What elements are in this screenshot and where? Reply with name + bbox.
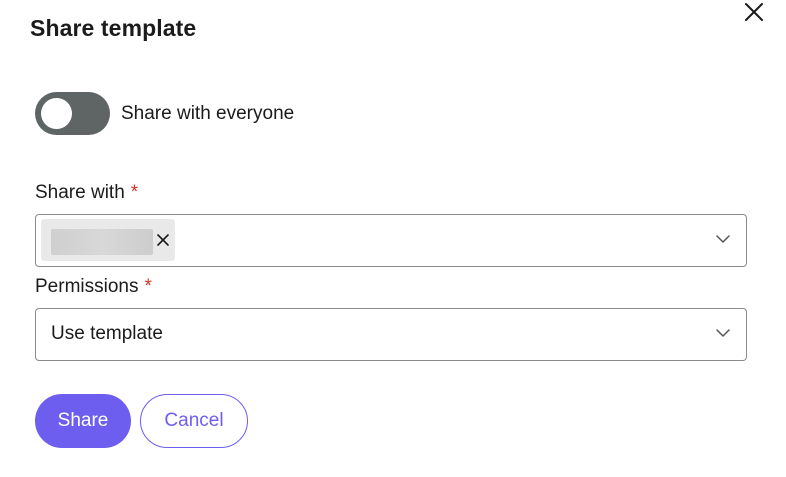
close-icon: [157, 234, 169, 246]
toggle-knob: [41, 98, 72, 129]
close-icon: [745, 3, 763, 21]
permissions-label-text: Permissions: [35, 276, 139, 297]
dialog-title: Share template: [30, 15, 197, 41]
share-with-label-text: Share with: [35, 182, 125, 203]
share-button[interactable]: Share: [35, 394, 131, 448]
share-with-select[interactable]: [35, 214, 747, 267]
share-with-everyone-toggle[interactable]: [35, 92, 110, 135]
share-template-dialog: Share template Share with everyone Share…: [0, 0, 786, 477]
remove-chip-button[interactable]: [155, 232, 171, 248]
share-with-everyone-row: Share with everyone: [35, 92, 294, 135]
selected-user-chip: [41, 219, 175, 261]
required-marker: *: [130, 182, 139, 203]
redacted-user-name: [51, 229, 153, 255]
permissions-label: Permissions *: [35, 276, 152, 298]
chevron-down-icon: [716, 329, 730, 337]
permissions-select[interactable]: Use template: [35, 308, 747, 361]
permissions-value: Use template: [51, 323, 163, 344]
close-button[interactable]: [740, 0, 768, 24]
share-with-everyone-label: Share with everyone: [121, 102, 295, 124]
required-marker: *: [144, 276, 152, 297]
chevron-down-icon: [716, 235, 730, 243]
cancel-button[interactable]: Cancel: [140, 394, 248, 448]
share-with-label: Share with *: [35, 182, 138, 204]
